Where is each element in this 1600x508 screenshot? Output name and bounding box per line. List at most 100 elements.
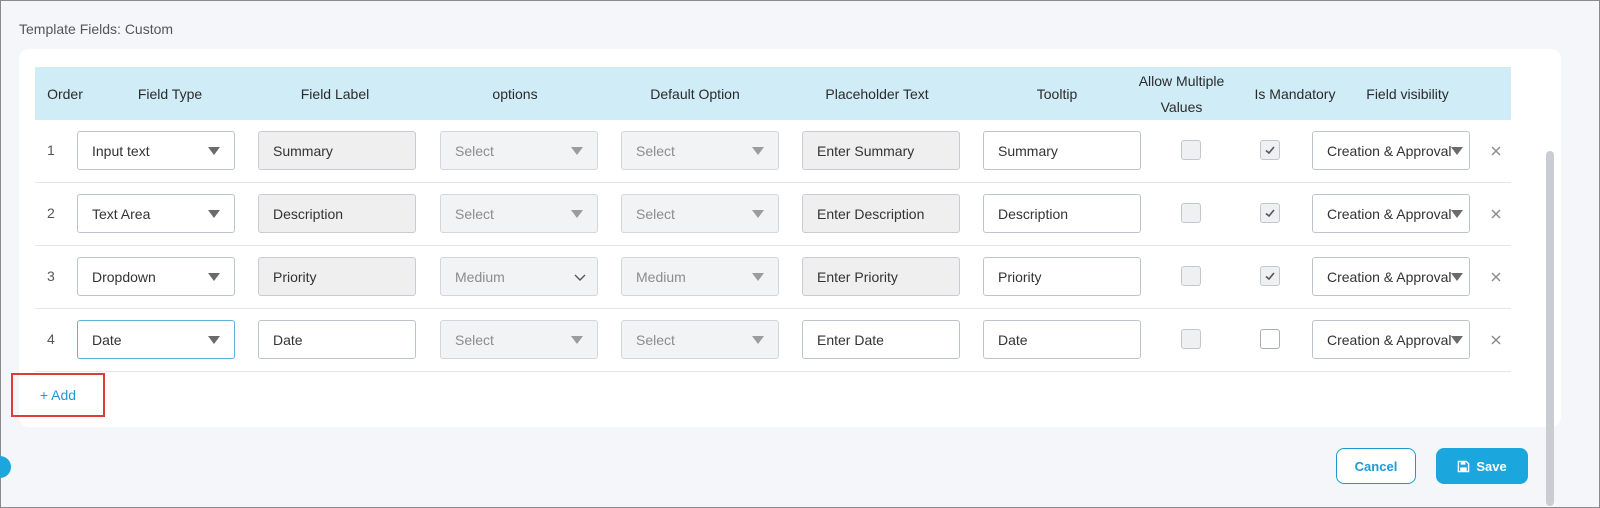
header-tooltip: Tooltip (1036, 85, 1078, 102)
default-option-select[interactable]: Select (621, 194, 779, 233)
allow-multiple-checkbox[interactable] (1181, 203, 1201, 223)
field-type-select[interactable]: Text Area (77, 194, 235, 233)
default-option-value: Select (636, 205, 675, 222)
field-type-select[interactable]: Date (77, 320, 235, 359)
caret-down-icon (752, 147, 764, 155)
header-placeholder-text: Placeholder Text (825, 85, 929, 102)
table-row: 4 Date Date Select Select Enter Date Dat… (35, 309, 1511, 372)
field-label-value: Summary (273, 142, 333, 159)
caret-down-icon (1451, 147, 1463, 155)
remove-row-icon[interactable] (1489, 270, 1503, 284)
field-label-input[interactable]: Priority (258, 257, 416, 296)
section-title: Template Fields: Custom (19, 21, 174, 37)
options-select[interactable]: Select (440, 320, 598, 359)
default-option-value: Select (636, 331, 675, 348)
default-option-value: Select (636, 142, 675, 159)
header-order: Order (47, 85, 83, 102)
field-type-value: Date (92, 331, 122, 348)
field-type-value: Dropdown (92, 268, 156, 285)
field-label-input[interactable]: Description (258, 194, 416, 233)
default-option-select[interactable]: Select (621, 320, 779, 359)
table-header: Order Field Type Field Label options Def… (35, 67, 1511, 120)
options-value: Select (455, 205, 494, 222)
options-value: Medium (455, 268, 505, 285)
mandatory-checkbox[interactable] (1260, 203, 1280, 223)
allow-multiple-checkbox[interactable] (1181, 266, 1201, 286)
caret-down-icon (571, 210, 583, 218)
placeholder-input[interactable]: Enter Priority (802, 257, 960, 296)
options-select[interactable]: Select (440, 194, 598, 233)
field-label-input[interactable]: Summary (258, 131, 416, 170)
field-visibility-select[interactable]: Creation & Approval (1312, 257, 1470, 296)
tooltip-value: Date (998, 331, 1028, 348)
options-select[interactable]: Select (440, 131, 598, 170)
field-type-select[interactable]: Input text (77, 131, 235, 170)
caret-down-icon (1451, 210, 1463, 218)
mandatory-checkbox[interactable] (1260, 266, 1280, 286)
field-type-select[interactable]: Dropdown (77, 257, 235, 296)
vertical-scrollbar[interactable] (1546, 151, 1554, 506)
allow-multiple-checkbox[interactable] (1181, 140, 1201, 160)
remove-row-icon[interactable] (1489, 333, 1503, 347)
table-row: 3 Dropdown Priority Medium Medium Enter … (35, 246, 1511, 309)
placeholder-value: Enter Date (817, 331, 884, 348)
check-icon (1265, 146, 1275, 155)
tooltip-value: Priority (998, 268, 1042, 285)
caret-down-icon (208, 147, 220, 155)
tooltip-value: Description (998, 205, 1069, 222)
options-select[interactable]: Medium (440, 257, 598, 296)
check-icon (1265, 272, 1275, 281)
placeholder-input[interactable]: Enter Date (802, 320, 960, 359)
chevron-down-icon (574, 274, 586, 281)
field-visibility-value: Creation & Approval (1327, 142, 1452, 159)
save-icon (1458, 460, 1470, 472)
caret-down-icon (752, 210, 764, 218)
options-value: Select (455, 331, 494, 348)
row-order: 4 (47, 331, 55, 347)
field-visibility-value: Creation & Approval (1327, 205, 1452, 222)
tooltip-input[interactable]: Summary (983, 131, 1141, 170)
tooltip-input[interactable]: Description (983, 194, 1141, 233)
add-field-button[interactable]: + Add (11, 373, 105, 417)
default-option-select[interactable]: Medium (621, 257, 779, 296)
field-type-value: Input text (92, 142, 150, 159)
remove-row-icon[interactable] (1489, 207, 1503, 221)
field-label-value: Priority (273, 268, 317, 285)
header-is-mandatory: Is Mandatory (1254, 85, 1336, 102)
caret-down-icon (1451, 273, 1463, 281)
save-button[interactable]: Save (1436, 448, 1528, 484)
caret-down-icon (571, 147, 583, 155)
tooltip-input[interactable]: Priority (983, 257, 1141, 296)
row-order: 3 (47, 268, 55, 284)
remove-row-icon[interactable] (1489, 144, 1503, 158)
field-label-value: Date (273, 331, 303, 348)
caret-down-icon (208, 336, 220, 344)
header-allow-multiple-line2: Values (1160, 98, 1203, 115)
field-visibility-select[interactable]: Creation & Approval (1312, 194, 1470, 233)
tooltip-input[interactable]: Date (983, 320, 1141, 359)
header-allow-multiple-line1: Allow Multiple (1138, 72, 1225, 89)
header-default-option: Default Option (650, 85, 740, 102)
allow-multiple-checkbox[interactable] (1181, 329, 1201, 349)
check-icon (1265, 209, 1275, 218)
default-option-select[interactable]: Select (621, 131, 779, 170)
header-allow-multiple: Allow Multiple Values (1129, 67, 1234, 120)
mandatory-checkbox[interactable] (1260, 329, 1280, 349)
tooltip-value: Summary (998, 142, 1058, 159)
mandatory-checkbox[interactable] (1260, 140, 1280, 160)
placeholder-input[interactable]: Enter Description (802, 194, 960, 233)
caret-down-icon (752, 336, 764, 344)
placeholder-input[interactable]: Enter Summary (802, 131, 960, 170)
save-label: Save (1476, 458, 1507, 474)
side-panel-toggle[interactable] (0, 456, 11, 478)
header-field-label: Field Label (300, 85, 370, 102)
field-visibility-value: Creation & Approval (1327, 268, 1452, 285)
caret-down-icon (208, 273, 220, 281)
field-type-value: Text Area (92, 205, 151, 222)
cancel-button[interactable]: Cancel (1336, 448, 1416, 484)
field-visibility-select[interactable]: Creation & Approval (1312, 320, 1470, 359)
row-order: 2 (47, 205, 55, 221)
field-label-input[interactable]: Date (258, 320, 416, 359)
table-row: 1 Input text Summary Select Select Enter… (35, 120, 1511, 183)
field-visibility-select[interactable]: Creation & Approval (1312, 131, 1470, 170)
